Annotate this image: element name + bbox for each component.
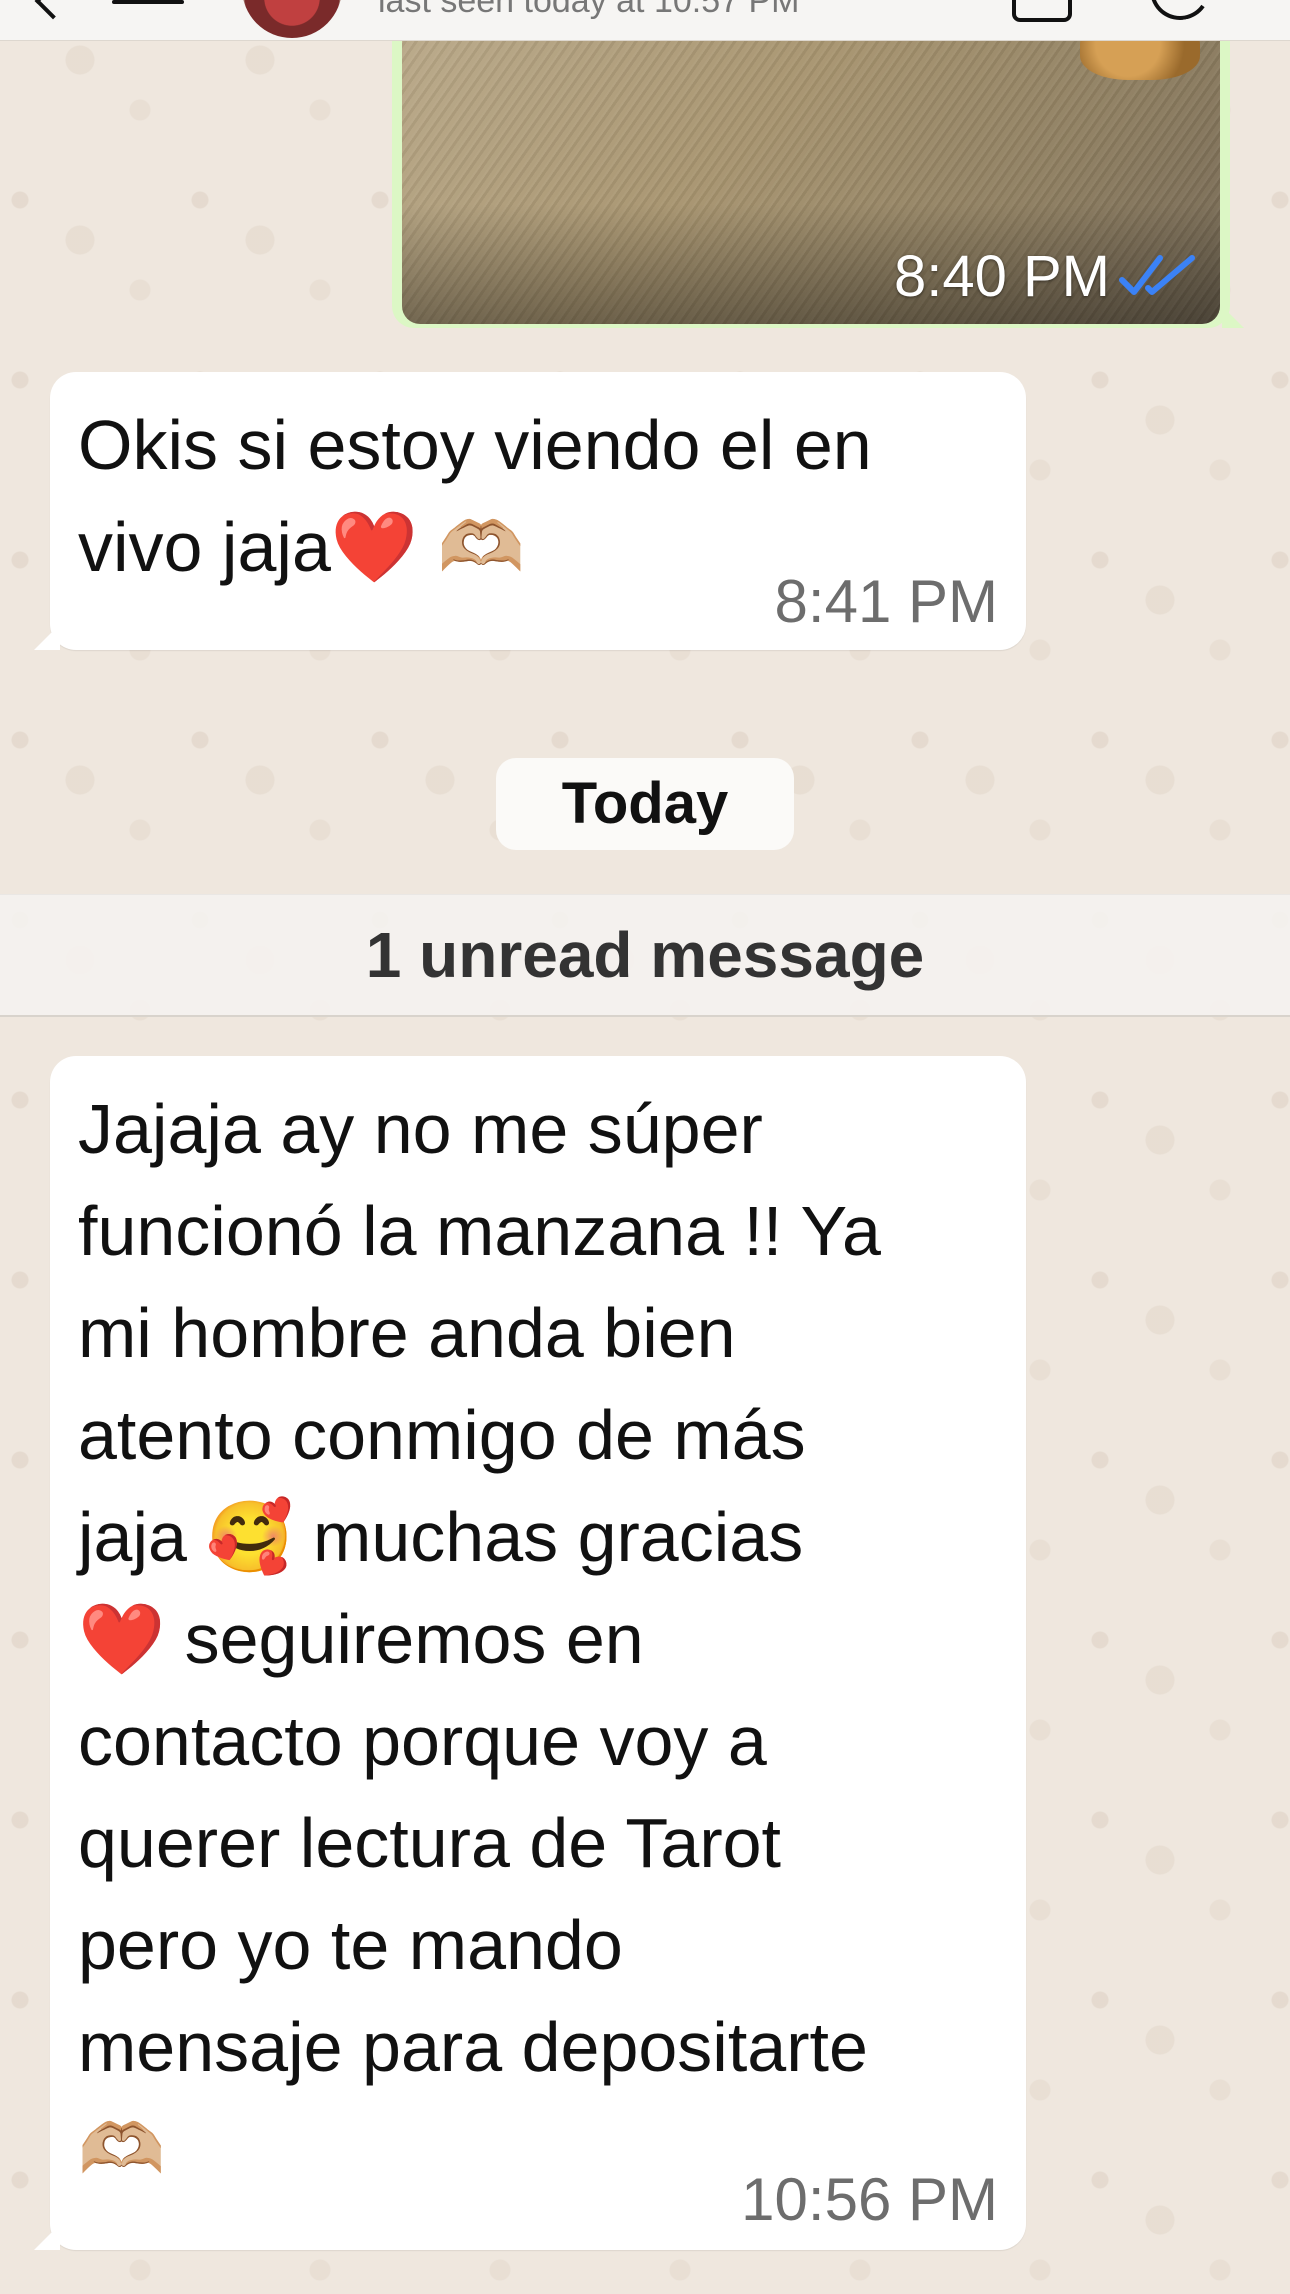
photo-content (1080, 40, 1200, 80)
message-time: 8:40 PM (894, 244, 1110, 309)
incoming-message[interactable]: Okis si estoy viendo el en vivo jaja❤️ 🫶… (34, 372, 1026, 650)
chevron-left-icon (34, 0, 72, 20)
video-call-icon[interactable] (1012, 0, 1072, 22)
chat-list-icon (112, 0, 184, 4)
avatar[interactable] (242, 0, 342, 38)
message-time: 8:41 PM (774, 568, 998, 635)
read-receipt-icon (1119, 255, 1195, 295)
phone-call-icon[interactable] (1145, 0, 1215, 25)
unread-messages-banner: 1 unread message (0, 894, 1290, 1017)
message-time: 10:56 PM (741, 2166, 998, 2233)
outgoing-image-message[interactable]: 8:40 PM (392, 40, 1244, 328)
back-button[interactable] (34, 0, 200, 28)
chat-header: last seen today at 10:57 PM (0, 0, 1290, 41)
message-text: Jajaja ay no me súper funcionó la manzan… (78, 1090, 881, 2188)
last-seen-status: last seen today at 10:57 PM (378, 0, 800, 20)
incoming-message[interactable]: Jajaja ay no me súper funcionó la manzan… (34, 1056, 1026, 2250)
date-separator: Today (496, 758, 794, 850)
